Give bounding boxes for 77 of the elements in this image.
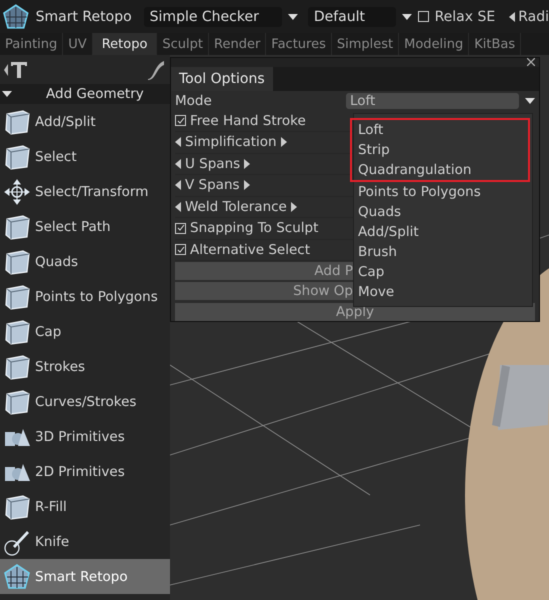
- mode-dropdown[interactable]: Loft: [346, 92, 519, 108]
- parameter-label: V Spans: [185, 177, 240, 194]
- tool-item[interactable]: Points to Polygons: [0, 279, 170, 314]
- cube-icon: [5, 250, 30, 274]
- menu-option[interactable]: Strip: [354, 140, 528, 160]
- shapes-icon: [5, 428, 30, 446]
- mode-label: Mode: [175, 92, 212, 108]
- increase-arrow-icon[interactable]: [244, 180, 250, 190]
- menu-option[interactable]: Quads: [354, 202, 532, 222]
- cube-icon: [5, 354, 30, 380]
- tool-item[interactable]: Quads: [0, 244, 170, 279]
- shapes-icon: [5, 464, 30, 480]
- tool-item[interactable]: 3D Primitives: [0, 419, 170, 454]
- menu-option[interactable]: Brush: [354, 242, 532, 262]
- tool-item[interactable]: Curves/Strokes: [0, 384, 170, 419]
- cube-icon: [5, 390, 30, 414]
- decrease-arrow-icon[interactable]: [509, 12, 516, 22]
- move-arrows-icon: [4, 179, 30, 204]
- text-tool-icon[interactable]: [4, 60, 28, 80]
- panel-tab[interactable]: Tool Options: [171, 66, 273, 90]
- checkbox[interactable]: [175, 244, 186, 256]
- checkbox[interactable]: [175, 222, 186, 234]
- tool-name: Smart Retopo: [36, 8, 132, 24]
- parameter-label: Simplification: [185, 134, 277, 150]
- cube-icon: [5, 214, 30, 240]
- checkbox-label: Alternative Select: [190, 242, 310, 258]
- collapse-caret-icon: [2, 91, 12, 97]
- checkbox-label: Free Hand Stroke: [190, 112, 306, 129]
- increase-arrow-icon[interactable]: [244, 158, 250, 169]
- tool-item[interactable]: Cap: [0, 314, 170, 349]
- tool-item[interactable]: Select/Transform: [0, 174, 170, 209]
- checker-dropdown[interactable]: Simple Checker: [144, 6, 282, 26]
- panel-button[interactable]: Add P: [175, 262, 353, 280]
- curve-tool-icon[interactable]: [146, 58, 166, 80]
- knife-icon: [4, 530, 29, 556]
- decrease-arrow-icon[interactable]: [175, 180, 181, 190]
- menu-option[interactable]: Cap: [354, 262, 532, 282]
- tool-item[interactable]: 2D Primitives: [0, 454, 170, 489]
- parameter-label: Weld Tolerance: [185, 198, 287, 215]
- checkbox-label: Snapping To Sculpt: [190, 220, 318, 236]
- menu-option[interactable]: Loft: [354, 120, 528, 140]
- slider-label: Radi: [518, 8, 549, 24]
- tool-item[interactable]: Knife: [0, 524, 170, 559]
- close-icon[interactable]: [527, 58, 535, 66]
- checkbox[interactable]: [175, 115, 186, 126]
- tool-item[interactable]: Smart Retopo: [0, 559, 170, 594]
- cube-icon: [5, 144, 30, 170]
- menu-option[interactable]: Points to Polygons: [354, 182, 532, 202]
- tab[interactable]: Retopo: [92, 33, 158, 55]
- relax-label: Relax SE: [434, 8, 496, 24]
- decrease-arrow-icon[interactable]: [175, 202, 181, 212]
- pentagon-mesh-icon: [4, 564, 30, 588]
- cube-icon: [5, 494, 30, 520]
- pentagon-mesh-icon[interactable]: [2, 2, 30, 30]
- menu-option[interactable]: Move: [354, 282, 532, 302]
- increase-arrow-icon[interactable]: [290, 202, 297, 212]
- tool-item[interactable]: Add/Split: [0, 104, 170, 139]
- menu-option[interactable]: Quadrangulation: [354, 160, 528, 180]
- dropdown-caret-icon: [525, 98, 535, 104]
- dropdown-caret-icon: [288, 14, 298, 20]
- decrease-arrow-icon[interactable]: [175, 158, 181, 169]
- relax-checkbox[interactable]: [418, 11, 429, 22]
- decrease-arrow-icon[interactable]: [175, 137, 181, 148]
- cube-icon: [5, 284, 30, 310]
- parameter-label: U Spans: [185, 156, 240, 172]
- panel-button[interactable]: Show Op: [175, 282, 353, 300]
- tool-item[interactable]: Select: [0, 139, 170, 174]
- increase-arrow-icon[interactable]: [280, 137, 287, 148]
- preset-dropdown[interactable]: Default: [308, 6, 396, 26]
- tool-item[interactable]: Strokes: [0, 349, 170, 384]
- tool-item[interactable]: Select Path: [0, 209, 170, 244]
- menu-option[interactable]: Add/Split: [354, 222, 532, 242]
- dropdown-caret-icon: [402, 14, 412, 20]
- cube-icon: [5, 320, 30, 344]
- cube-icon: [5, 110, 30, 134]
- section-header[interactable]: Add Geometry: [0, 84, 170, 104]
- tool-item[interactable]: R-Fill: [0, 489, 170, 524]
